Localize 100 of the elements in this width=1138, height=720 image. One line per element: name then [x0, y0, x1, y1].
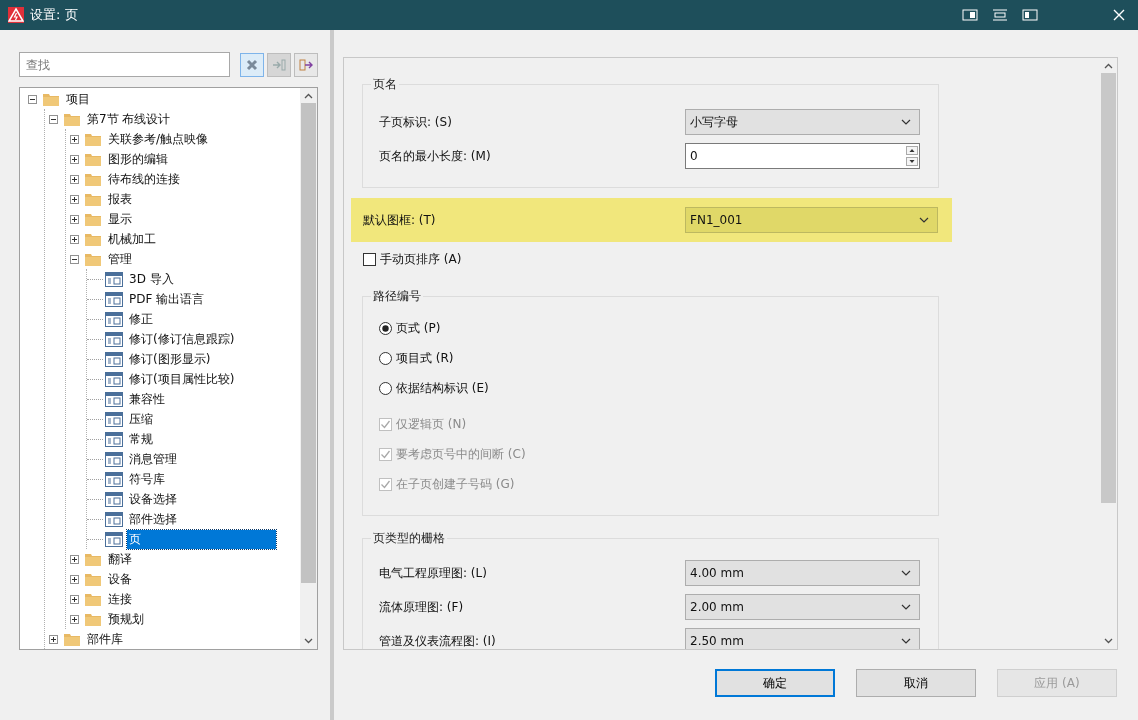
tree-item[interactable]: 部件选择 — [127, 509, 179, 529]
field-value: 0 — [690, 149, 698, 163]
field-label: 管道及仪表流程图: (I) — [379, 632, 497, 649]
tree-item[interactable]: 机械加工 — [106, 229, 158, 249]
field-label: 子页标识: (S) — [379, 113, 453, 131]
settings-page-icon — [105, 531, 123, 547]
scroll-thumb[interactable] — [1101, 73, 1116, 503]
chevron-down-icon — [919, 217, 929, 223]
chevron-down-icon — [901, 604, 911, 610]
tree-item[interactable]: 翻译 — [106, 549, 134, 569]
radio-button[interactable]: 页式 (P) — [379, 313, 922, 343]
settings-page-icon — [105, 431, 123, 447]
folder-icon — [63, 631, 81, 647]
tree-item[interactable]: 修订(图形显示) — [127, 349, 213, 369]
expand-icon[interactable] — [48, 634, 58, 644]
tree-item[interactable]: 管理 — [106, 249, 134, 269]
tree-item[interactable]: 页 — [127, 529, 276, 549]
group-title: 页类型的栅格 — [372, 530, 446, 547]
tree-item[interactable]: 压缩 — [127, 409, 155, 429]
folder-icon — [84, 131, 102, 147]
tree-item[interactable]: 连接 — [106, 589, 134, 609]
folder-icon — [84, 571, 102, 587]
expand-icon[interactable] — [69, 594, 79, 604]
scroll-down-icon — [304, 638, 313, 644]
tree-item[interactable]: 待布线的连接 — [106, 169, 182, 189]
tree-item[interactable]: 修订(项目属性比较) — [127, 369, 237, 389]
field-label: 默认图框: (T) — [363, 211, 437, 229]
settings-page-icon — [105, 351, 123, 367]
tree-item[interactable]: 图形的编辑 — [106, 149, 170, 169]
expand-icon[interactable] — [69, 574, 79, 584]
folder-icon — [42, 91, 60, 107]
checkbox[interactable]: 手动页排序 (A) — [363, 244, 1100, 274]
dropdown[interactable]: 2.00 mm — [685, 594, 920, 620]
arrow-out-of-door-icon — [298, 56, 315, 73]
scroll-up-icon — [1104, 63, 1113, 69]
expand-icon[interactable] — [69, 174, 79, 184]
scroll-down-icon — [1104, 638, 1113, 644]
settings-page-icon — [105, 391, 123, 407]
expand-icon[interactable] — [69, 554, 79, 564]
number-field[interactable]: 0 — [685, 143, 920, 169]
expand-icon[interactable] — [69, 134, 79, 144]
tree-item[interactable]: 3D 导入 — [127, 269, 176, 289]
tree-item[interactable]: 符号库 — [127, 469, 167, 489]
folder-icon — [84, 171, 102, 187]
tool-button[interactable] — [240, 52, 265, 77]
dialog-button[interactable]: 取消 — [856, 669, 976, 697]
dialog-button[interactable]: 确定 — [715, 669, 835, 697]
tree-item[interactable]: 第7节 布线设计 — [85, 109, 173, 129]
expand-icon[interactable] — [69, 214, 79, 224]
radio-button[interactable]: 依据结构标识 (E) — [379, 373, 922, 403]
spin-up-icon — [906, 146, 918, 155]
chevron-down-icon — [901, 119, 911, 125]
collapse-icon[interactable] — [48, 114, 58, 124]
tree-item[interactable]: 显示 — [106, 209, 134, 229]
scroll-thumb[interactable] — [301, 103, 316, 583]
search-field[interactable]: 查找 — [19, 52, 231, 77]
tree-item[interactable]: 修订(修订信息跟踪) — [127, 329, 237, 349]
settings-page-icon — [105, 471, 123, 487]
radio-button[interactable]: 项目式 (R) — [379, 343, 922, 373]
dock-panel-icon — [962, 9, 978, 21]
tree-item[interactable]: 项目 — [64, 89, 92, 109]
dropdown-value: FN1_001 — [690, 213, 743, 227]
dock-panel-icon — [1022, 9, 1038, 21]
field-label: 流体原理图: (F) — [379, 598, 465, 616]
settings-page-icon — [105, 451, 123, 467]
tree-item[interactable]: 修正 — [127, 309, 155, 329]
field-label: 电气工程原理图: (L) — [379, 564, 488, 582]
dropdown[interactable]: 4.00 mm — [685, 560, 920, 586]
dropdown[interactable]: 小写字母 — [685, 109, 920, 135]
spin-down-icon — [906, 157, 918, 166]
tree-item[interactable]: 设备选择 — [127, 489, 179, 509]
dropdown[interactable]: 2.50 mm — [685, 628, 920, 649]
close-icon — [1112, 8, 1126, 22]
expand-icon[interactable] — [69, 234, 79, 244]
tree-item[interactable]: 预规划 — [106, 609, 146, 629]
dropdown-value: 4.00 mm — [690, 566, 744, 580]
dropdown[interactable]: FN1_001 — [685, 207, 938, 233]
tree-item[interactable]: 兼容性 — [127, 389, 167, 409]
expand-icon[interactable] — [69, 154, 79, 164]
folder-icon — [63, 111, 81, 127]
tree-item[interactable]: 消息管理 — [127, 449, 179, 469]
tree-item[interactable]: 报表 — [106, 189, 134, 209]
group-title: 路径编号 — [372, 288, 422, 305]
scrollbar[interactable] — [300, 88, 317, 649]
folder-icon — [84, 211, 102, 227]
settings-page-icon — [105, 271, 123, 287]
tree-item[interactable]: 关联参考/触点映像 — [106, 129, 211, 149]
collapse-icon[interactable] — [69, 254, 79, 264]
folder-icon — [84, 191, 102, 207]
settings-page-icon — [105, 331, 123, 347]
collapse-icon[interactable] — [27, 94, 37, 104]
tree-item[interactable]: 常规 — [127, 429, 155, 449]
field-label: 页名的最小长度: (M) — [379, 147, 492, 165]
expand-icon[interactable] — [69, 614, 79, 624]
expand-icon[interactable] — [69, 194, 79, 204]
tree-item[interactable]: PDF 输出语言 — [127, 289, 207, 309]
scroll-up-icon — [304, 93, 313, 99]
tool-button[interactable] — [294, 52, 318, 77]
tree-item[interactable]: 设备 — [106, 569, 134, 589]
tree-item[interactable]: 部件库 — [85, 629, 125, 649]
